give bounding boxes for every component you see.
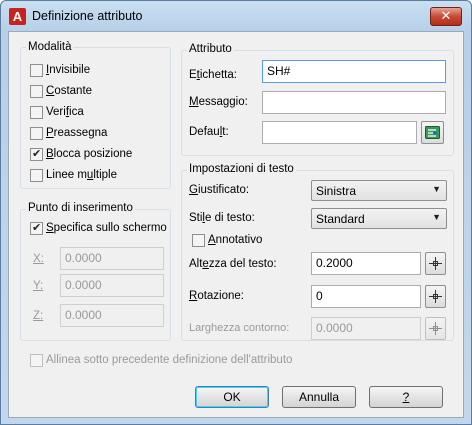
- crosshair-icon: [429, 322, 442, 335]
- text-height-pick-button[interactable]: [425, 252, 446, 275]
- multiple-lines-label[interactable]: Linee multiple: [46, 169, 117, 181]
- insert-field-icon: [425, 126, 440, 139]
- rotation-pick-button[interactable]: [425, 285, 446, 308]
- chevron-down-icon: ▼: [432, 184, 441, 194]
- boundary-width-pick-button[interactable]: [425, 317, 446, 340]
- attribute-group-title: Attributo: [187, 43, 234, 55]
- specify-on-screen-checkbox[interactable]: [30, 221, 43, 235]
- y-field[interactable]: 0.0000: [60, 274, 164, 297]
- dialog-window: A Definizione attributo ✕ Modalità Invis…: [0, 0, 472, 425]
- close-button[interactable]: ✕: [430, 7, 462, 26]
- crosshair-icon: [429, 290, 442, 303]
- x-label: X:: [33, 253, 44, 265]
- constant-label[interactable]: Costante: [46, 85, 92, 97]
- tag-label: Etichetta:: [189, 69, 237, 81]
- rotation-input[interactable]: 0: [311, 285, 421, 308]
- text-height-input[interactable]: 0.2000: [311, 252, 421, 275]
- text-style-dropdown[interactable]: Standard ▼: [311, 208, 447, 229]
- constant-checkbox[interactable]: [30, 85, 43, 98]
- z-label: Z:: [33, 310, 44, 322]
- specify-on-screen-label[interactable]: Specifica sullo schermo: [46, 222, 167, 234]
- prompt-label: Messaggio:: [189, 96, 248, 108]
- default-input[interactable]: [262, 121, 417, 144]
- mode-group-title: Modalità: [26, 41, 74, 53]
- insert-field-button[interactable]: [421, 121, 444, 144]
- y-label: Y:: [33, 280, 44, 292]
- lock-position-checkbox[interactable]: [30, 147, 43, 161]
- text-settings-group-title: Impostazioni di testo: [187, 163, 296, 175]
- text-height-label: Altezza del testo:: [189, 258, 277, 270]
- ok-button[interactable]: OK: [195, 386, 269, 408]
- verify-checkbox[interactable]: [30, 106, 43, 119]
- annotative-label[interactable]: Annotativo: [208, 234, 262, 246]
- boundary-width-input[interactable]: 0.0000: [311, 317, 421, 340]
- z-field[interactable]: 0.0000: [60, 304, 164, 327]
- annotative-checkbox[interactable]: [192, 234, 205, 247]
- lock-position-label[interactable]: Blocca posizione: [46, 148, 132, 160]
- preset-checkbox[interactable]: [30, 127, 43, 140]
- text-style-label: Stile di testo:: [189, 212, 255, 224]
- cancel-button[interactable]: Annulla: [282, 386, 356, 408]
- invisible-label[interactable]: Invisibile: [46, 64, 90, 76]
- x-field[interactable]: 0.0000: [60, 247, 164, 270]
- align-below-label[interactable]: Allinea sotto precedente definizione del…: [46, 354, 292, 366]
- justify-value: Sinistra: [316, 184, 357, 198]
- chevron-down-icon: ▼: [432, 212, 441, 222]
- rotation-label: Rotazione:: [189, 290, 244, 302]
- tag-input[interactable]: SH#: [262, 60, 446, 83]
- justify-label: Giustificato:: [189, 184, 250, 196]
- multiple-lines-checkbox[interactable]: [30, 169, 43, 182]
- boundary-width-label: Larghezza contorno:: [189, 322, 290, 334]
- text-style-value: Standard: [316, 212, 365, 226]
- verify-label[interactable]: Verifica: [46, 106, 84, 118]
- align-below-checkbox[interactable]: [30, 354, 43, 367]
- insertion-point-group-title: Punto di inserimento: [26, 202, 135, 214]
- preset-label[interactable]: Preassegna: [46, 127, 107, 139]
- default-label: Default:: [189, 126, 229, 138]
- crosshair-icon: [429, 257, 442, 270]
- autocad-logo-icon: A: [9, 8, 26, 25]
- help-button[interactable]: ?: [369, 386, 443, 408]
- title-bar[interactable]: A Definizione attributo ✕: [1, 1, 471, 31]
- dialog-body: Modalità Invisibile Costante Verifica Pr…: [8, 31, 464, 418]
- prompt-input[interactable]: [262, 91, 446, 114]
- window-title: Definizione attributo: [32, 9, 143, 23]
- invisible-checkbox[interactable]: [30, 64, 43, 77]
- justify-dropdown[interactable]: Sinistra ▼: [311, 180, 447, 201]
